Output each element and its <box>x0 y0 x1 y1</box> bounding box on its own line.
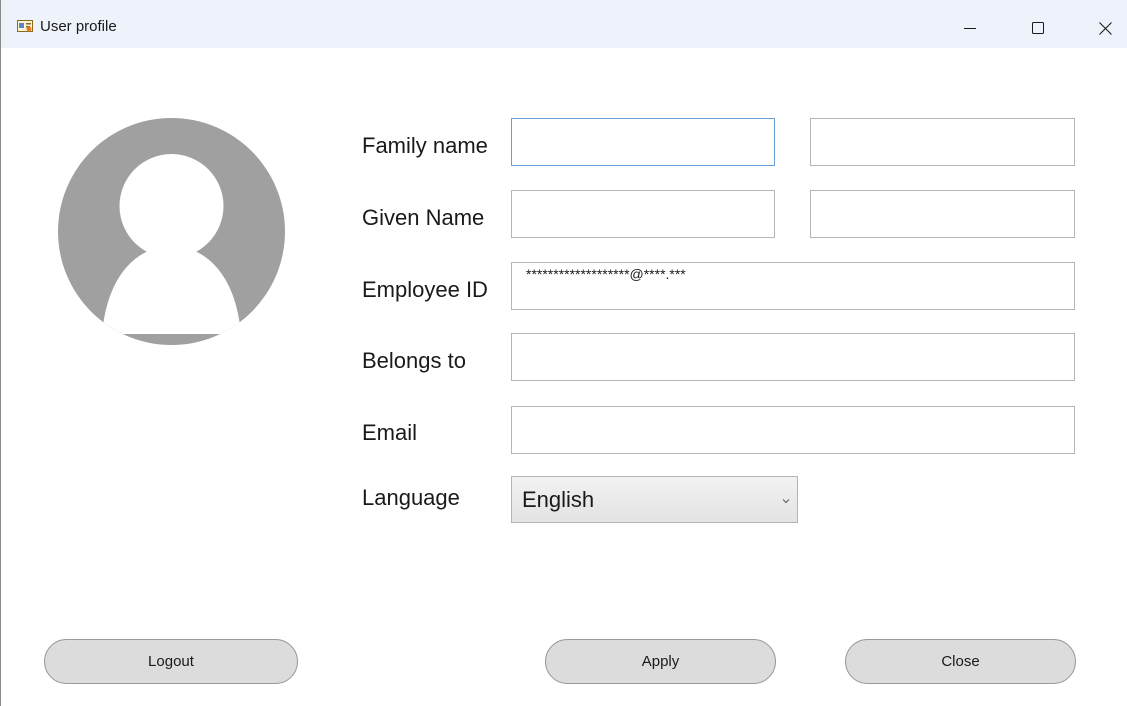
family-name-input[interactable] <box>511 118 775 166</box>
employee-id-label: Employee ID <box>362 277 488 302</box>
window-title: User profile <box>40 18 117 35</box>
employee-id-field[interactable]: *******************@****.*** <box>511 262 1075 310</box>
belongs-to-input[interactable] <box>511 333 1075 381</box>
language-select[interactable]: English <box>511 476 798 523</box>
given-name-label: Given Name <box>362 205 485 230</box>
minimize-icon <box>964 28 976 29</box>
belongs-to-label: Belongs to <box>362 348 466 373</box>
apply-button[interactable]: Apply <box>545 639 776 684</box>
chevron-down-icon <box>782 499 790 504</box>
family-name-secondary-input[interactable] <box>810 118 1075 166</box>
logout-button[interactable]: Logout <box>44 639 298 684</box>
user-profile-window: User profile Family name Given Name Empl… <box>0 0 1127 706</box>
language-label: Language <box>362 485 460 510</box>
family-name-label: Family name <box>362 133 488 158</box>
user-card-icon <box>17 20 33 32</box>
language-selected-value: English <box>522 487 595 512</box>
close-window-button[interactable] <box>1082 8 1127 48</box>
employee-id-value: *******************@****.*** <box>526 266 686 282</box>
given-name-secondary-input[interactable] <box>810 190 1075 238</box>
email-label: Email <box>362 420 418 445</box>
close-button[interactable]: Close <box>845 639 1076 684</box>
given-name-input[interactable] <box>511 190 775 238</box>
title-bar[interactable]: User profile <box>1 0 1127 48</box>
email-input[interactable] <box>511 406 1075 454</box>
minimize-button[interactable] <box>947 8 993 48</box>
maximize-icon <box>1032 22 1044 34</box>
user-avatar-icon <box>58 118 285 345</box>
maximize-button[interactable] <box>1015 8 1061 48</box>
close-icon <box>1098 21 1112 35</box>
